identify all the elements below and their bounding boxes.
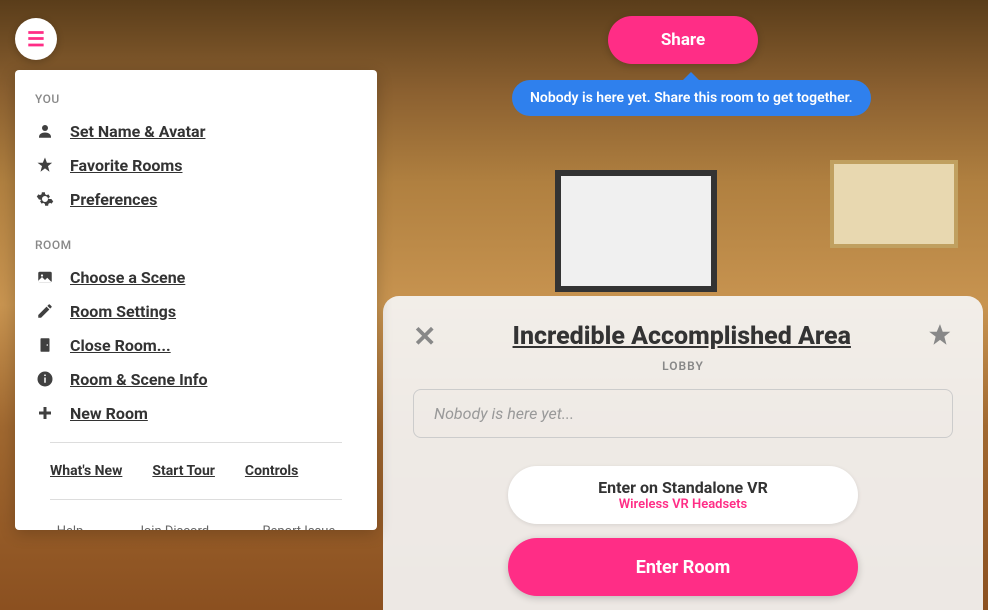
menu-label: Room Settings: [70, 302, 176, 321]
menu-item-room-settings[interactable]: Room Settings: [15, 294, 377, 328]
image-icon: [35, 267, 55, 287]
menu-label: New Room: [70, 404, 148, 423]
lobby-panel: ✕ Incredible Accomplished Area LOBBY Nob…: [383, 296, 983, 610]
menu-item-favorite-rooms[interactable]: Favorite Rooms: [15, 148, 377, 182]
side-menu: YOU Set Name & Avatar Favorite Rooms Pre…: [15, 70, 377, 530]
menu-label: Preferences: [70, 190, 157, 209]
hamburger-icon: ☰: [27, 27, 45, 51]
plus-icon: [35, 403, 55, 423]
menu-divider: [50, 499, 342, 500]
menu-footer-secondary: Help Join Discord Report Issue: [15, 512, 377, 530]
door-icon: [35, 335, 55, 355]
menu-toggle-button[interactable]: ☰: [15, 18, 57, 60]
whats-new-link[interactable]: What's New: [50, 463, 122, 479]
lobby-header: ✕ Incredible Accomplished Area: [413, 320, 953, 353]
person-icon: [35, 121, 55, 141]
lobby-subtitle: LOBBY: [413, 359, 953, 373]
menu-item-choose-scene[interactable]: Choose a Scene: [15, 260, 377, 294]
menu-label: Choose a Scene: [70, 268, 185, 287]
menu-item-set-name-avatar[interactable]: Set Name & Avatar: [15, 114, 377, 148]
menu-section-you: YOU: [15, 70, 377, 114]
enter-room-button[interactable]: Enter Room: [508, 538, 858, 596]
help-link[interactable]: Help: [57, 524, 84, 530]
vr-button-title: Enter on Standalone VR: [598, 478, 768, 497]
share-tooltip: Nobody is here yet. Share this room to g…: [512, 80, 871, 116]
favorite-star-icon[interactable]: [927, 322, 953, 352]
menu-label: Set Name & Avatar: [70, 122, 205, 141]
controls-link[interactable]: Controls: [245, 463, 298, 479]
start-tour-link[interactable]: Start Tour: [152, 463, 215, 479]
gear-icon: [35, 189, 55, 209]
menu-item-close-room[interactable]: Close Room...: [15, 328, 377, 362]
presence-text: Nobody is here yet...: [434, 404, 574, 423]
join-discord-link[interactable]: Join Discord: [137, 524, 209, 530]
presence-list: Nobody is here yet...: [413, 389, 953, 438]
menu-item-preferences[interactable]: Preferences: [15, 182, 377, 216]
menu-label: Room & Scene Info: [70, 370, 207, 389]
enter-vr-button[interactable]: Enter on Standalone VR Wireless VR Heads…: [508, 466, 858, 524]
share-button-label: Share: [661, 30, 705, 50]
info-icon: [35, 369, 55, 389]
menu-section-room: ROOM: [15, 216, 377, 260]
menu-label: Close Room...: [70, 336, 171, 355]
pencil-icon: [35, 301, 55, 321]
share-button[interactable]: Share: [608, 16, 758, 64]
menu-label: Favorite Rooms: [70, 156, 183, 175]
report-issue-link[interactable]: Report Issue: [262, 524, 335, 530]
menu-divider: [50, 442, 342, 443]
star-icon: [35, 155, 55, 175]
menu-item-new-room[interactable]: New Room: [15, 396, 377, 430]
vr-button-subtitle: Wireless VR Headsets: [619, 497, 747, 512]
room-title[interactable]: Incredible Accomplished Area: [513, 322, 851, 351]
menu-item-room-scene-info[interactable]: Room & Scene Info: [15, 362, 377, 396]
enter-room-label: Enter Room: [636, 557, 731, 578]
tooltip-text: Nobody is here yet. Share this room to g…: [530, 90, 853, 106]
menu-footer-primary: What's New Start Tour Controls: [15, 455, 377, 487]
close-icon[interactable]: ✕: [413, 320, 436, 353]
